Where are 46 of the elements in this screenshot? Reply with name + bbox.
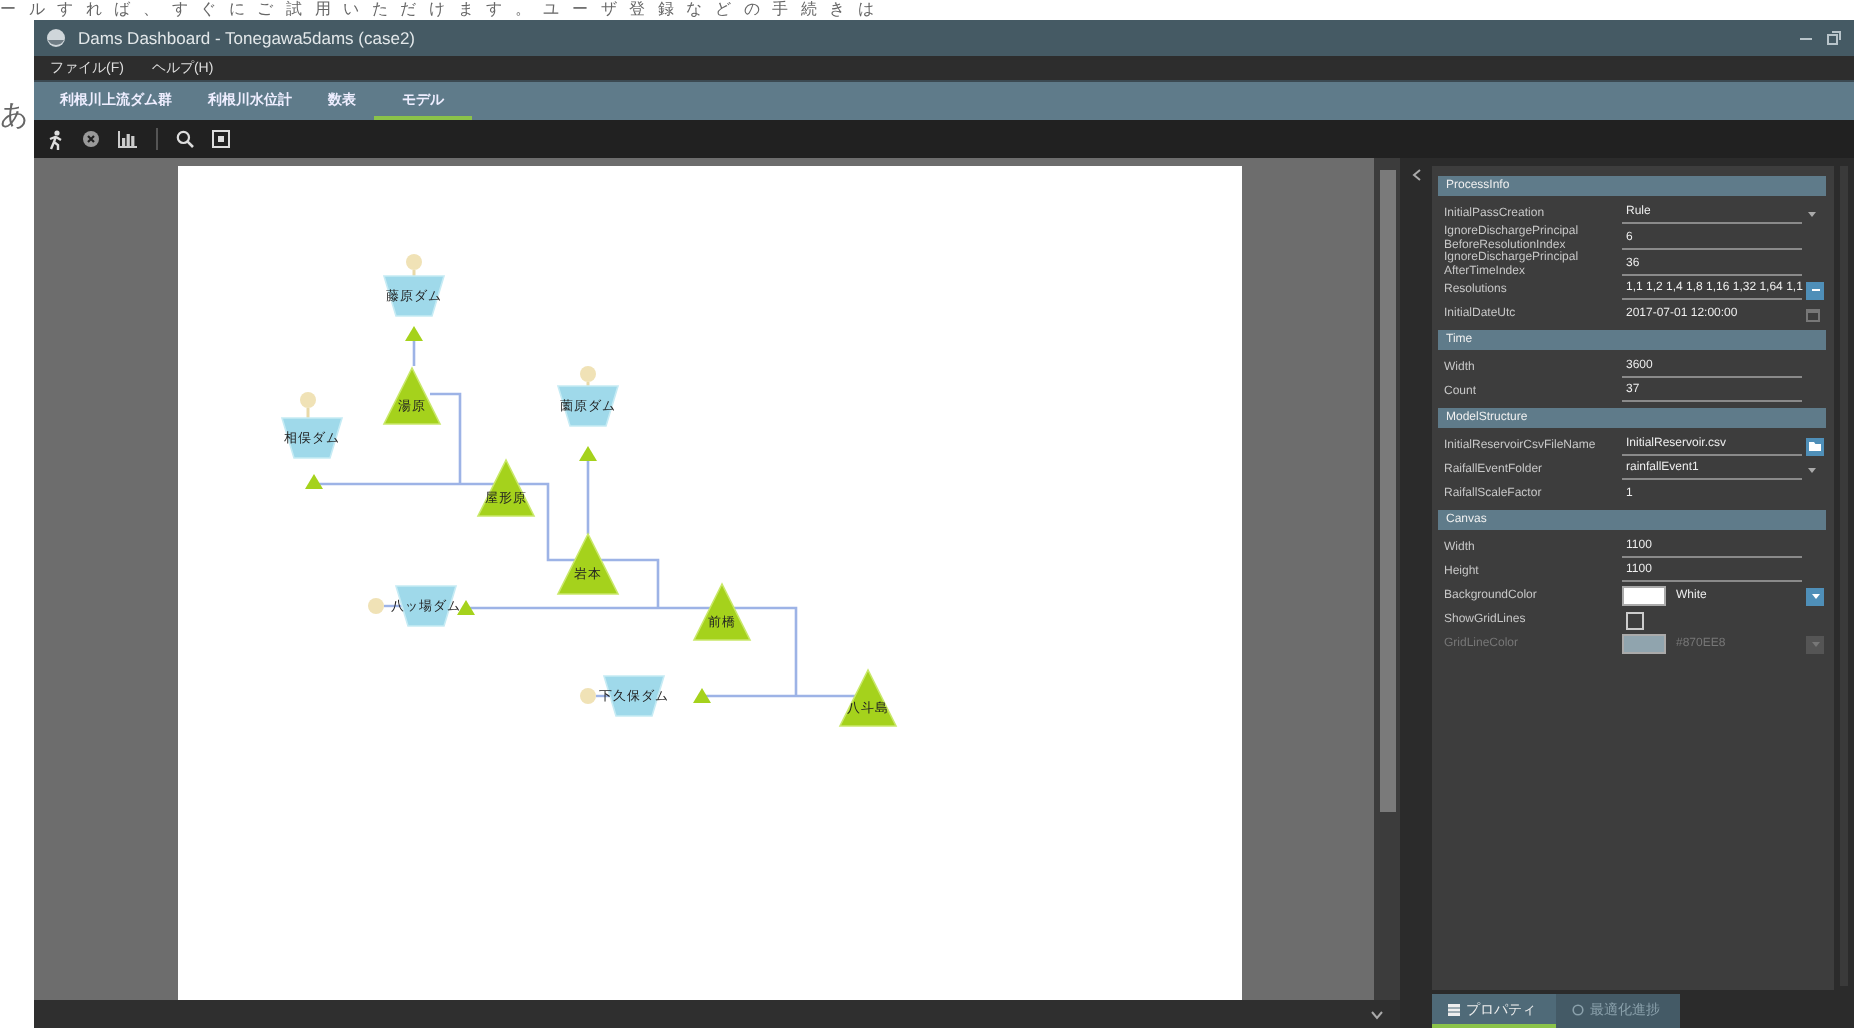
checkbox[interactable] — [1626, 611, 1644, 629]
color-swatch[interactable] — [1622, 586, 1666, 606]
reservoir-shape[interactable] — [280, 417, 344, 459]
search-icon[interactable] — [176, 130, 194, 148]
outlet-marker — [305, 474, 323, 489]
close-circle-icon[interactable] — [82, 130, 100, 148]
gauge-triangle[interactable] — [556, 532, 620, 595]
circle-icon — [1572, 1003, 1584, 1015]
reservoir-shape[interactable] — [394, 585, 458, 627]
reservoir-shape[interactable] — [382, 275, 446, 317]
caret-icon — [1809, 590, 1821, 602]
inflow-marker — [580, 688, 610, 704]
inflow-marker — [580, 366, 596, 386]
inflow-marker — [300, 392, 316, 418]
outlet-marker — [579, 446, 597, 461]
dropdown-button[interactable] — [1806, 587, 1824, 605]
chevron-left-icon[interactable] — [1411, 168, 1421, 182]
dash-icon — [1809, 284, 1822, 296]
scrollbar-thumb[interactable] — [1379, 170, 1395, 812]
ellipsis-button[interactable] — [1806, 281, 1825, 299]
gauge-triangle[interactable] — [838, 668, 898, 727]
reservoir-shape[interactable] — [602, 675, 666, 717]
background-text: あ — [0, 100, 28, 132]
inflow-marker — [368, 598, 402, 614]
caret-icon — [1809, 638, 1821, 650]
gauge-triangle[interactable] — [476, 458, 536, 517]
chevron-down-icon[interactable] — [1370, 1009, 1384, 1019]
reservoir-shape[interactable] — [556, 385, 620, 427]
background-text: ールすれば、すぐにご試用いただけます。ユーザ登録などの手続きは — [0, 0, 887, 20]
app-logo-icon — [46, 28, 66, 48]
folder-icon — [1808, 440, 1822, 452]
inflow-marker — [406, 254, 422, 276]
restore-icon[interactable] — [1826, 30, 1842, 46]
window-title: Dams Dashboard - Tonegawa5dams (case2) — [78, 28, 418, 48]
caret-icon — [1806, 208, 1818, 220]
outlet-marker — [693, 688, 711, 703]
gauge-triangle[interactable] — [692, 582, 752, 641]
gauge-triangle[interactable] — [382, 366, 442, 425]
calendar-icon[interactable] — [1806, 307, 1820, 321]
caret-icon — [1806, 464, 1818, 476]
outlet-marker — [457, 600, 475, 615]
running-figure-icon[interactable] — [46, 129, 64, 149]
outlet-marker — [405, 326, 423, 341]
browse-button[interactable] — [1806, 437, 1824, 455]
fit-screen-icon[interactable] — [212, 130, 230, 148]
bar-chart-icon[interactable] — [118, 130, 138, 148]
